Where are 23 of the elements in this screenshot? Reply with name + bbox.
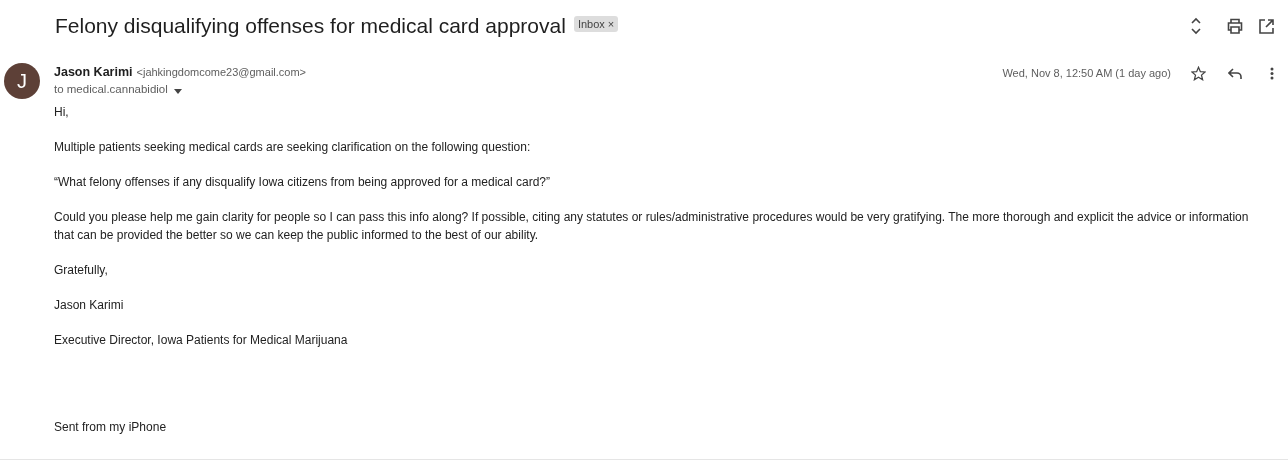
open-in-new-window-icon[interactable]: [1259, 18, 1274, 34]
sender-name: Jason Karimi: [54, 64, 133, 81]
email-paragraph: Could you please help me gain clarity for people so I can pass this info along? If possible, citing any statutes or rules/administrative procedures would be very gratifying. The more thorough and explicit the advice or information that can be provided the better so we can keep the public informed to the best of our ability.: [54, 209, 1250, 244]
email-paragraph: Multiple patients seeking medical cards are seeking clarification on the following question:: [54, 139, 532, 156]
label-chip[interactable]: Inbox ×: [573, 16, 619, 32]
email-paragraph: Jason Karimi: [54, 296, 125, 314]
email-paragraph: “What felony offenses if any disqualify Iowa citizens from being approved for a medical card?”: [54, 174, 552, 191]
email-paragraph: Executive Director, Iowa Patients for Medical Marijuana: [54, 331, 349, 349]
more-options-icon[interactable]: [1270, 67, 1274, 80]
email-paragraph: Hi,: [54, 104, 70, 121]
expand-icon[interactable]: [1189, 17, 1203, 35]
email-subject: Felony disqualifying offenses for medical card approval: [55, 13, 566, 40]
remove-label-button[interactable]: ×: [607, 15, 615, 33]
avatar: J: [4, 63, 40, 99]
dropdown-icon[interactable]: [173, 88, 182, 94]
sender-email: <jahkingdomcome23@gmail.com>: [136, 65, 307, 80]
reply-icon[interactable]: [1228, 68, 1242, 80]
print-icon[interactable]: [1227, 18, 1243, 34]
email-paragraph: Gratefully,: [54, 261, 109, 279]
email-date: Wed, Nov 8, 12:50 AM (1 day ago): [1002, 66, 1171, 81]
email-signature: Sent from my iPhone: [54, 419, 168, 436]
star-icon[interactable]: [1191, 66, 1206, 81]
recipient-text: to medical.cannabidiol: [54, 82, 168, 98]
